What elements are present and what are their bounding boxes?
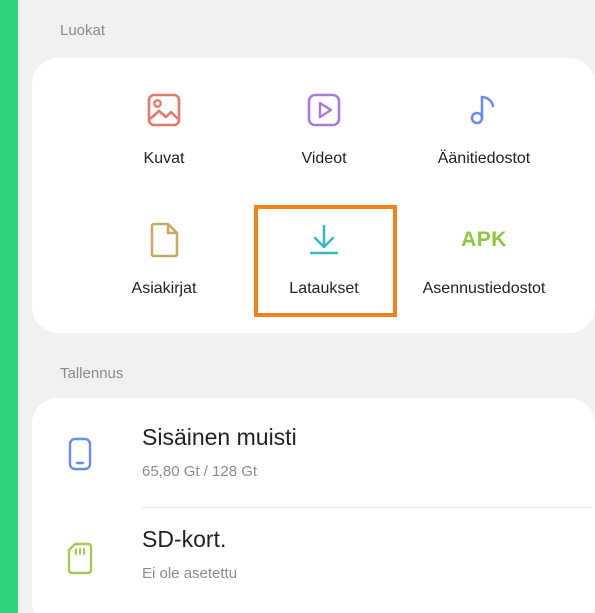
music-note-icon: [462, 88, 506, 132]
category-label: Kuvat: [143, 150, 185, 167]
storage-item-internal[interactable]: Sisäinen muisti 65,80 Gt / 128 Gt: [32, 406, 595, 506]
sd-card-icon: [66, 540, 94, 576]
categories-card: Kuvat Videot Äänitiedostot Asiakirjat La…: [32, 58, 595, 333]
document-icon: [142, 218, 186, 262]
category-label: Videot: [301, 150, 347, 167]
apk-icon: APK: [461, 228, 507, 251]
category-label: Lataukset: [289, 280, 359, 297]
image-icon: [142, 88, 186, 132]
category-audio[interactable]: Äänitiedostot: [404, 78, 564, 188]
storage-title: SD-kort.: [142, 526, 227, 552]
category-images[interactable]: Kuvat: [84, 78, 244, 188]
category-downloads[interactable]: Lataukset: [244, 208, 404, 318]
category-documents[interactable]: Asiakirjat: [84, 208, 244, 318]
storage-item-sd-card[interactable]: SD-kort. Ei ole asetettu: [32, 510, 595, 610]
storage-section-label: Tallennus: [60, 365, 124, 382]
storage-subtitle: Ei ole asetettu: [142, 565, 238, 582]
category-apk[interactable]: APK Asennustiedostot: [404, 208, 564, 318]
categories-section-label: Luokat: [60, 22, 106, 39]
file-manager-screen: Luokat Kuvat Videot Äänitiedostot Asiaki…: [18, 0, 595, 613]
category-label: Asennustiedostot: [422, 280, 546, 297]
category-videos[interactable]: Videot: [244, 78, 404, 188]
storage-card: Sisäinen muisti 65,80 Gt / 128 Gt SD-kor…: [32, 398, 595, 613]
category-label: Asiakirjat: [131, 280, 197, 297]
download-icon: [302, 218, 346, 262]
phone-storage-icon: [66, 436, 94, 472]
divider: [142, 507, 592, 508]
category-label: Äänitiedostot: [437, 150, 531, 167]
video-icon: [302, 88, 346, 132]
storage-subtitle: 65,80 Gt / 128 Gt: [142, 463, 258, 480]
storage-title: Sisäinen muisti: [142, 424, 297, 450]
